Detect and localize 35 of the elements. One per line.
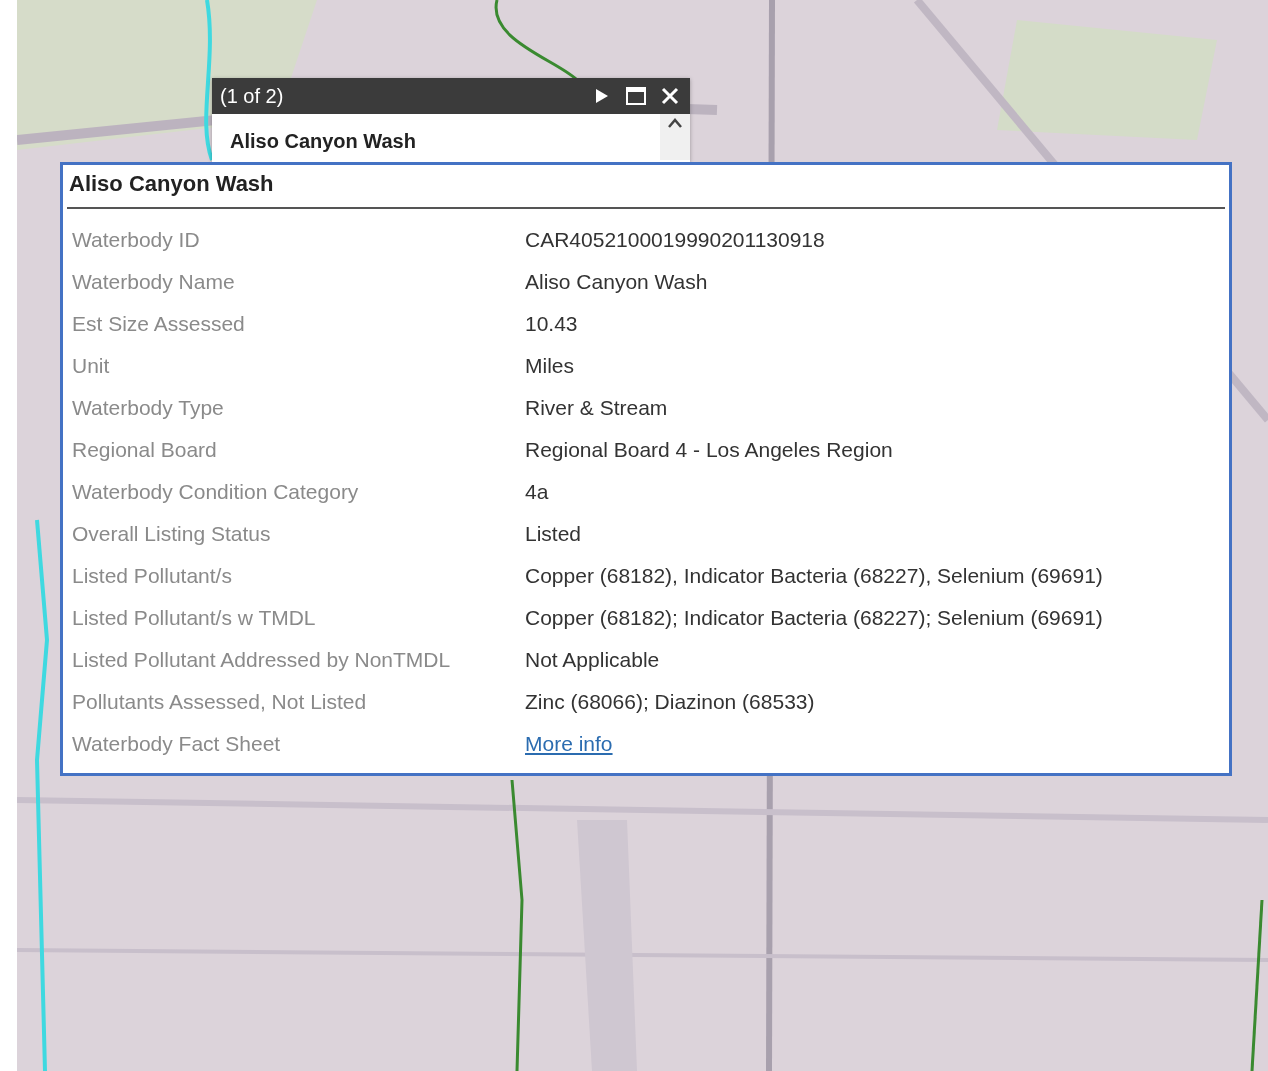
field-label: Unit xyxy=(71,353,111,379)
field-value: Regional Board 4 - Los Angeles Region xyxy=(525,437,894,463)
field-label: Regional Board xyxy=(71,437,218,463)
close-icon xyxy=(661,87,679,105)
field-label: Est Size Assessed xyxy=(71,311,246,337)
field-label: Waterbody ID xyxy=(71,227,201,253)
field-value: Listed xyxy=(525,521,583,547)
field-value: Miles xyxy=(525,353,575,379)
chevron-up-icon xyxy=(667,118,683,128)
field-value: CAR4052100019990201130918 xyxy=(525,227,826,253)
field-label: Waterbody Type xyxy=(71,395,225,421)
field-value: Aliso Canyon Wash xyxy=(525,269,709,295)
page-counter: (1 of 2) xyxy=(220,84,285,108)
play-icon xyxy=(595,88,609,104)
popup-title: Aliso Canyon Wash xyxy=(229,129,417,154)
field-value: Copper (68182); Indicator Bacteria (68227); Selenium (69691) xyxy=(525,605,1104,631)
field-value: 10.43 xyxy=(525,311,579,337)
field-label: Pollutants Assessed, Not Listed xyxy=(71,689,368,715)
field-value: Not Applicable xyxy=(525,647,661,673)
more-info-link[interactable]: More info xyxy=(525,732,613,755)
field-label: Listed Pollutant/s w TMDL xyxy=(71,605,317,631)
field-value: Copper (68182), Indicator Bacteria (68227), Selenium (69691) xyxy=(525,563,1104,589)
field-value: 4a xyxy=(525,479,550,505)
field-label: Listed Pollutant Addressed by NonTMDL xyxy=(71,647,452,673)
maximize-button[interactable] xyxy=(624,84,648,108)
field-label: Waterbody Condition Category xyxy=(71,479,360,505)
scrollbar[interactable] xyxy=(660,114,690,160)
field-label: Overall Listing Status xyxy=(71,521,272,547)
field-label: Listed Pollutant/s xyxy=(71,563,233,589)
panel-title: Aliso Canyon Wash xyxy=(67,165,1225,209)
field-label: Waterbody Name xyxy=(71,269,236,295)
field-value: River & Stream xyxy=(525,395,669,421)
maximize-icon xyxy=(626,87,646,105)
field-label: Waterbody Fact Sheet xyxy=(71,731,282,757)
field-value: Zinc (68066); Diazinon (68533) xyxy=(525,689,816,715)
